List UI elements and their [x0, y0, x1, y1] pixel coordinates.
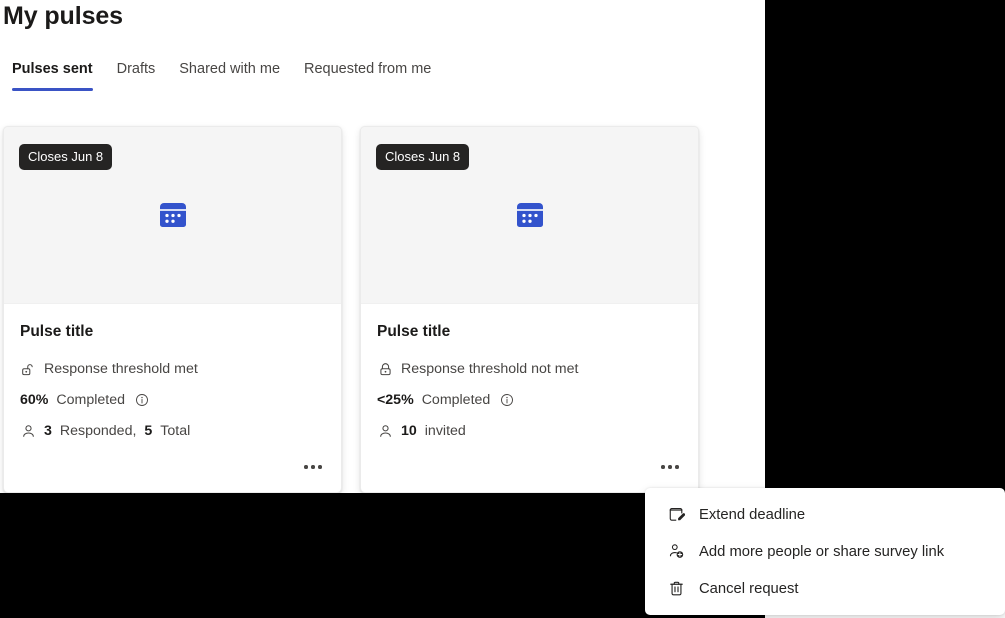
menu-item-cancel-request[interactable]: Cancel request [645, 570, 1005, 607]
info-icon[interactable] [500, 393, 514, 407]
tab-label: Pulses sent [12, 61, 93, 77]
tab-active-indicator [12, 88, 93, 91]
tab-label: Requested from me [304, 61, 431, 77]
calendar-icon [156, 198, 190, 232]
total-count: 5 [144, 423, 152, 439]
participants-row: 3 Responded, 5 Total [20, 418, 325, 444]
menu-item-label: Cancel request [699, 581, 799, 597]
more-options-icon [304, 465, 322, 469]
tab-drafts[interactable]: Drafts [105, 56, 168, 82]
menu-item-label: Extend deadline [699, 507, 805, 523]
card-media: Closes Jun 8 [361, 127, 698, 304]
menu-item-extend-deadline[interactable]: Extend deadline [645, 496, 1005, 533]
responded-label: invited [425, 423, 466, 439]
occluded-region-right [765, 0, 1005, 493]
card-body: Pulse title Response threshold met 60% C… [4, 304, 341, 444]
pulse-card[interactable]: Closes Jun 8 [360, 126, 699, 493]
lock-closed-icon [377, 361, 393, 377]
info-icon[interactable] [135, 393, 149, 407]
responded-count: 3 [44, 423, 52, 439]
threshold-row: Response threshold met [20, 356, 325, 382]
pulse-title: Pulse title [20, 323, 325, 341]
completion-label: Completed [56, 392, 125, 408]
more-options-button[interactable] [297, 452, 329, 482]
tab-requested-from-me[interactable]: Requested from me [292, 56, 443, 82]
responded-label: Responded, [60, 423, 137, 439]
total-label: Total [160, 423, 190, 439]
edit-document-icon [667, 506, 685, 524]
tab-bar: Pulses sent Drafts Shared with me Reques… [0, 56, 443, 92]
calendar-icon [513, 198, 547, 232]
person-icon [20, 423, 36, 439]
status-badge: Closes Jun 8 [19, 144, 112, 170]
context-menu: Extend deadline Add more people or share… [645, 488, 1005, 615]
completion-value: <25% [377, 392, 414, 408]
menu-item-add-people-share-link[interactable]: Add more people or share survey link [645, 533, 1005, 570]
participants-row: 10 invited [377, 418, 682, 444]
pulse-card[interactable]: Closes Jun 8 [3, 126, 342, 493]
tab-label: Shared with me [179, 61, 280, 77]
responded-count: 10 [401, 423, 417, 439]
completion-value: 60% [20, 392, 48, 408]
menu-item-label: Add more people or share survey link [699, 544, 944, 560]
person-add-icon [667, 543, 685, 561]
page-title: My pulses [3, 2, 123, 31]
more-options-button[interactable] [654, 452, 686, 482]
person-icon [377, 423, 393, 439]
lock-open-icon [20, 361, 36, 377]
more-options-icon [661, 465, 679, 469]
pulse-title: Pulse title [377, 323, 682, 341]
card-media: Closes Jun 8 [4, 127, 341, 304]
threshold-label: Response threshold not met [401, 361, 578, 377]
completion-row: <25% Completed [377, 387, 682, 413]
trash-icon [667, 580, 685, 598]
tab-label: Drafts [117, 61, 156, 77]
pulse-card-list: Closes Jun 8 [3, 126, 699, 493]
tab-pulses-sent[interactable]: Pulses sent [0, 56, 105, 82]
app-screen: My pulses Pulses sent Drafts Shared with… [0, 0, 1005, 618]
completion-row: 60% Completed [20, 387, 325, 413]
tab-shared-with-me[interactable]: Shared with me [167, 56, 292, 82]
card-body: Pulse title Response threshold not met <… [361, 304, 698, 444]
status-badge: Closes Jun 8 [376, 144, 469, 170]
threshold-label: Response threshold met [44, 361, 198, 377]
threshold-row: Response threshold not met [377, 356, 682, 382]
completion-label: Completed [422, 392, 491, 408]
